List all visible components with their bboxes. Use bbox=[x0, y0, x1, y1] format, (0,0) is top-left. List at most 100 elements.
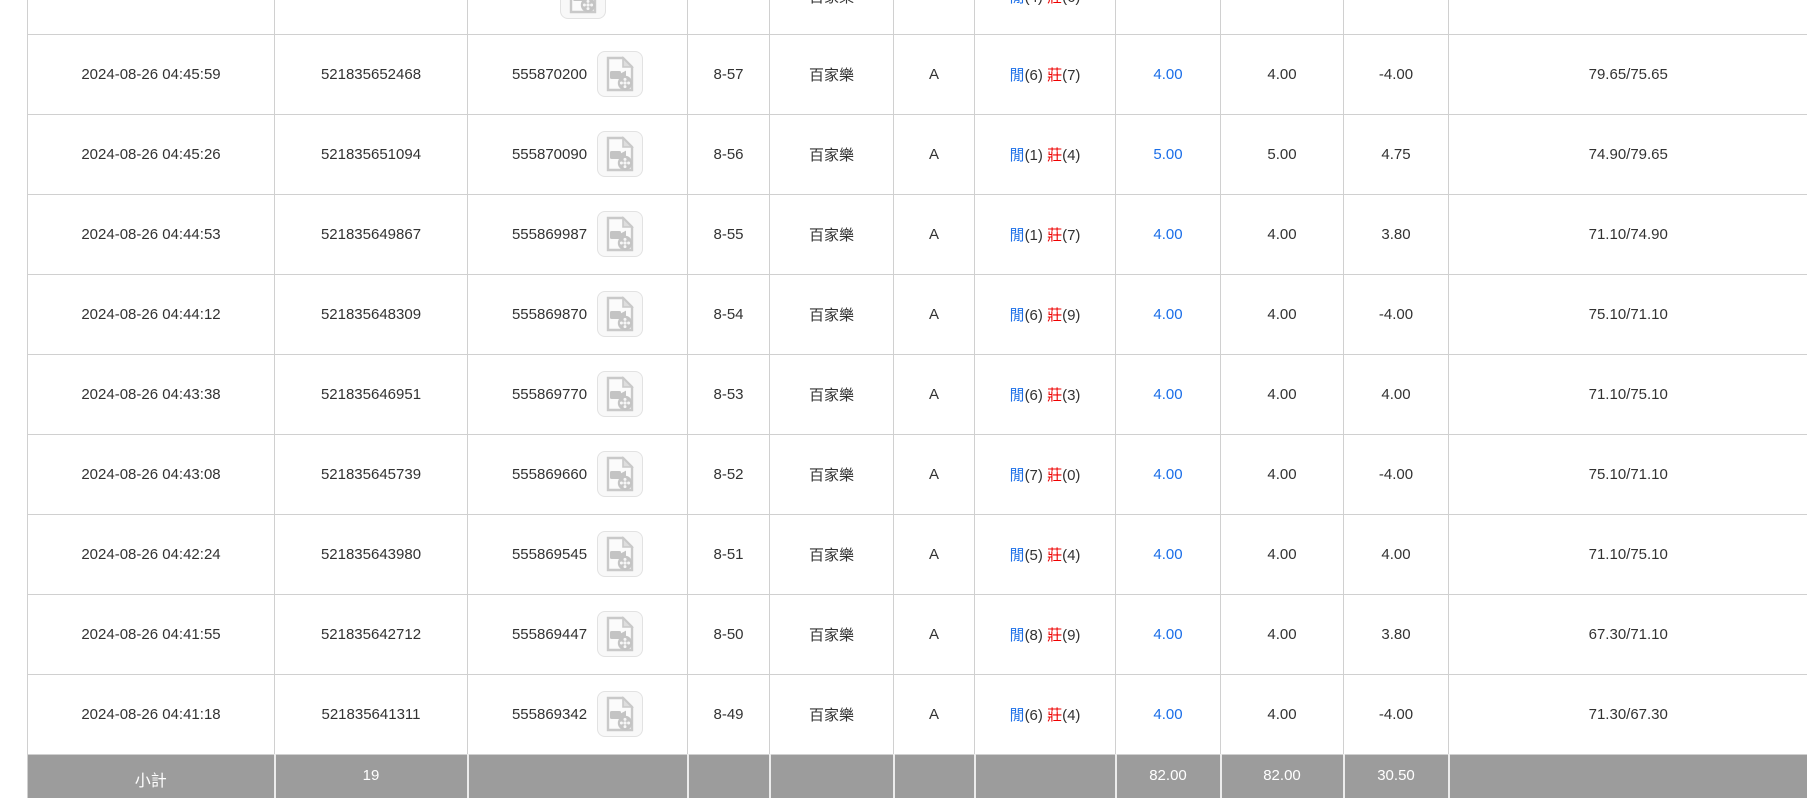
win-loss: 4.00 bbox=[1344, 354, 1449, 434]
game-result: 閒(5) 莊(4) bbox=[975, 514, 1116, 594]
bet-amount-link[interactable]: 4.00 bbox=[1153, 466, 1182, 483]
table-round-number: 8-54 bbox=[688, 274, 770, 354]
video-file-icon bbox=[604, 376, 636, 412]
banker-label: 莊 bbox=[1047, 67, 1062, 84]
seat-label bbox=[894, 0, 975, 34]
banker-label: 莊 bbox=[1047, 707, 1062, 724]
bet-id: 521835648309 bbox=[275, 274, 468, 354]
video-replay-button[interactable] bbox=[597, 211, 643, 257]
video-replay-button[interactable] bbox=[597, 691, 643, 737]
win-loss: -4.00 bbox=[1344, 434, 1449, 514]
win-loss: 3.80 bbox=[1344, 194, 1449, 274]
table-row: 2024-08-26 04:43:08 521835645739 5558696… bbox=[28, 434, 1807, 514]
bet-id: 521835651094 bbox=[275, 114, 468, 194]
bet-amount-link[interactable]: 4.00 bbox=[1153, 706, 1182, 723]
bet-amount-link[interactable]: 4.00 bbox=[1153, 546, 1182, 563]
win-loss: -4.00 bbox=[1344, 674, 1449, 754]
subtotal-win-loss: 30.50 bbox=[1344, 754, 1449, 798]
banker-score: (4) bbox=[1062, 547, 1080, 564]
bet-amount-link[interactable]: 4.00 bbox=[1153, 386, 1182, 403]
bet-amount-cell bbox=[1116, 0, 1221, 34]
bet-amount-cell: 4.00 bbox=[1116, 354, 1221, 434]
banker-score: (4) bbox=[1062, 707, 1080, 724]
bet-time: 2024-08-26 04:41:18 bbox=[28, 674, 275, 754]
bet-amount-link[interactable]: 4.00 bbox=[1153, 306, 1182, 323]
bet-time: 2024-08-26 04:44:53 bbox=[28, 194, 275, 274]
round-id: 555869987 bbox=[512, 226, 587, 243]
game-result: 閒(7) 莊(0) bbox=[975, 434, 1116, 514]
win-loss: 4.00 bbox=[1344, 514, 1449, 594]
player-label: 閒 bbox=[1010, 707, 1025, 724]
game-name: 百家樂 bbox=[770, 514, 894, 594]
round-id-cell: 555869870 bbox=[468, 274, 688, 354]
game-name: 百家樂 bbox=[770, 354, 894, 434]
round-id-cell: 555870090 bbox=[468, 114, 688, 194]
player-label: 閒 bbox=[1010, 547, 1025, 564]
balance: 71.10/75.10 bbox=[1449, 514, 1807, 594]
valid-amount: 4.00 bbox=[1221, 34, 1344, 114]
valid-amount: 4.00 bbox=[1221, 274, 1344, 354]
video-replay-button[interactable] bbox=[597, 51, 643, 97]
table-round-number: 8-49 bbox=[688, 674, 770, 754]
video-replay-button[interactable] bbox=[597, 611, 643, 657]
seat-label: A bbox=[894, 194, 975, 274]
table-row: 2024-08-26 04:45:26 521835651094 5558700… bbox=[28, 114, 1807, 194]
bet-amount-cell: 4.00 bbox=[1116, 274, 1221, 354]
banker-score: (6) bbox=[1062, 0, 1080, 6]
win-loss: -4.00 bbox=[1344, 34, 1449, 114]
game-result: 閒(1) 莊(7) bbox=[975, 194, 1116, 274]
game-result: 閒(1) 莊(4) bbox=[975, 114, 1116, 194]
banker-score: (9) bbox=[1062, 627, 1080, 644]
bet-id bbox=[275, 0, 468, 34]
table-round-number: 8-57 bbox=[688, 34, 770, 114]
round-id-cell: 555869770 bbox=[468, 354, 688, 434]
video-replay-button[interactable] bbox=[597, 451, 643, 497]
video-replay-button[interactable] bbox=[597, 131, 643, 177]
bet-id: 521835646951 bbox=[275, 354, 468, 434]
table-round-number: 8-53 bbox=[688, 354, 770, 434]
valid-amount: 4.00 bbox=[1221, 354, 1344, 434]
game-name: 百家樂 bbox=[770, 674, 894, 754]
round-id: 555869545 bbox=[512, 546, 587, 563]
player-score: (1) bbox=[1025, 147, 1043, 164]
round-id-cell: 555869545 bbox=[468, 514, 688, 594]
bet-amount-cell: 4.00 bbox=[1116, 434, 1221, 514]
table-row: 2024-08-26 04:41:18 521835641311 5558693… bbox=[28, 674, 1807, 754]
subtotal-row: 小計 19 82.00 82.00 30.50 bbox=[28, 754, 1807, 798]
bet-amount-link[interactable]: 4.00 bbox=[1153, 66, 1182, 83]
player-score: (6) bbox=[1025, 707, 1043, 724]
video-replay-button[interactable] bbox=[597, 291, 643, 337]
player-score: (4) bbox=[1025, 0, 1043, 6]
game-name: 百家樂 bbox=[770, 34, 894, 114]
seat-label: A bbox=[894, 34, 975, 114]
video-file-icon bbox=[567, 0, 599, 14]
player-score: (1) bbox=[1025, 227, 1043, 244]
valid-amount: 4.00 bbox=[1221, 194, 1344, 274]
balance: 67.30/71.10 bbox=[1449, 594, 1807, 674]
seat-label: A bbox=[894, 114, 975, 194]
round-id: 555869660 bbox=[512, 466, 587, 483]
player-label: 閒 bbox=[1010, 227, 1025, 244]
round-id-cell: 555869987 bbox=[468, 194, 688, 274]
bet-amount-link[interactable]: 5.00 bbox=[1153, 146, 1182, 163]
bet-amount-cell: 4.00 bbox=[1116, 594, 1221, 674]
subtotal-count: 19 bbox=[275, 754, 468, 798]
bet-amount-link[interactable]: 4.00 bbox=[1153, 226, 1182, 243]
balance bbox=[1449, 0, 1807, 34]
records-body: 百家樂 閒(4) 莊(6) 2024-08-26 04:45:59 521835… bbox=[28, 0, 1807, 798]
balance: 71.30/67.30 bbox=[1449, 674, 1807, 754]
banker-label: 莊 bbox=[1047, 627, 1062, 644]
video-replay-button[interactable] bbox=[560, 0, 606, 19]
round-id-cell: 555869447 bbox=[468, 594, 688, 674]
video-replay-button[interactable] bbox=[597, 371, 643, 417]
player-score: (5) bbox=[1025, 547, 1043, 564]
banker-score: (0) bbox=[1062, 467, 1080, 484]
bet-id: 521835641311 bbox=[275, 674, 468, 754]
game-name: 百家樂 bbox=[770, 434, 894, 514]
banker-label: 莊 bbox=[1047, 547, 1062, 564]
bet-amount-link[interactable]: 4.00 bbox=[1153, 626, 1182, 643]
round-id: 555870090 bbox=[512, 146, 587, 163]
video-replay-button[interactable] bbox=[597, 531, 643, 577]
valid-amount: 5.00 bbox=[1221, 114, 1344, 194]
bet-time: 2024-08-26 04:43:38 bbox=[28, 354, 275, 434]
